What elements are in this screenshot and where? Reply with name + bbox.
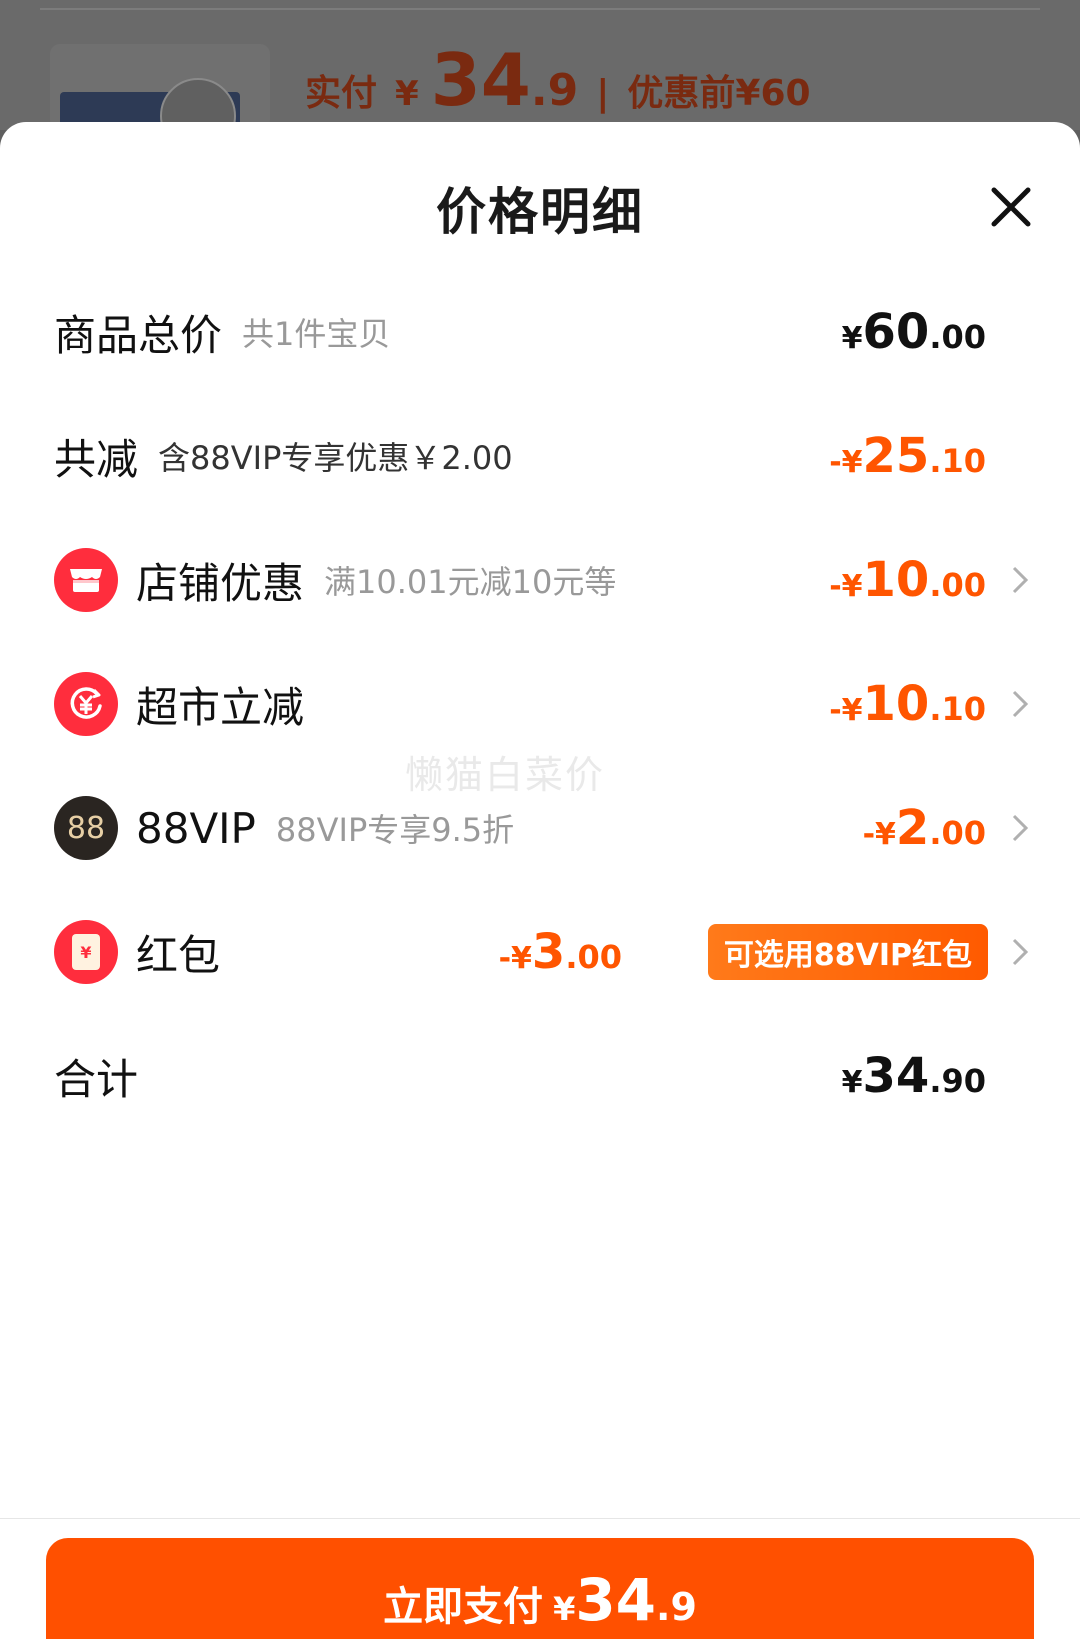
divider bbox=[40, 8, 1040, 10]
row-label: 合计 bbox=[54, 1054, 139, 1104]
currency: -¥ bbox=[829, 569, 863, 604]
paid-dec: .9 bbox=[530, 65, 579, 116]
red-packet-glyph: ¥ bbox=[72, 934, 100, 970]
close-button[interactable] bbox=[988, 184, 1034, 230]
pay-label: 立即支付 bbox=[383, 1584, 544, 1630]
amount-dec: .00 bbox=[565, 938, 622, 976]
pay-now-button[interactable]: 立即支付 ¥ 34 .9 bbox=[46, 1538, 1034, 1639]
chevron-right-icon bbox=[1008, 686, 1032, 722]
amount-dec: .00 bbox=[929, 566, 986, 604]
pay-int: 34 bbox=[575, 1566, 657, 1634]
store-discount-amount: -¥ 10 .00 bbox=[829, 552, 986, 608]
close-icon bbox=[991, 187, 1031, 227]
vip-discount-amount: -¥ 2 .00 bbox=[863, 800, 986, 856]
amount-dec: .90 bbox=[929, 1062, 986, 1100]
row-total-price: 商品总价 共1件宝贝 ¥ 60 .00 bbox=[0, 292, 1080, 372]
amount-int: 60 bbox=[862, 304, 930, 360]
chevron-right-icon bbox=[1008, 562, 1032, 598]
paid-int: 34 bbox=[430, 38, 531, 122]
price-detail-sheet: 价格明细 商品总价 共1件宝贝 ¥ 60 .00 共减 含88VIP专享优惠￥2… bbox=[0, 122, 1080, 1639]
currency: -¥ bbox=[862, 817, 896, 852]
row-note: 88VIP专享9.5折 bbox=[275, 811, 515, 849]
footer-divider bbox=[0, 1518, 1080, 1519]
amount-dec: .00 bbox=[929, 814, 986, 852]
currency: -¥ bbox=[829, 693, 863, 728]
paid-currency: ¥ bbox=[395, 74, 419, 114]
total-amount: ¥ 60 .00 bbox=[842, 304, 986, 360]
paid-label: 实付 bbox=[305, 73, 378, 114]
row-vip-discount[interactable]: 88 88VIP 88VIP专享9.5折 -¥ 2 .00 bbox=[0, 788, 1080, 868]
currency: ¥ bbox=[841, 321, 863, 356]
amount-dec: .10 bbox=[929, 442, 986, 480]
row-label: 店铺优惠 bbox=[136, 558, 305, 608]
sheet-title: 价格明细 bbox=[436, 183, 644, 241]
vip-88-icon: 88 bbox=[54, 796, 118, 860]
red-packet-icon: ¥ bbox=[54, 920, 118, 984]
row-label: 共减 bbox=[54, 434, 139, 484]
amount-int: 3 bbox=[531, 924, 566, 980]
discount-amount: -¥ 25 .10 bbox=[829, 428, 986, 484]
yuan-refund-icon bbox=[54, 672, 118, 736]
background-price: 实付 ¥ 34 .9 | 优惠前¥60 bbox=[305, 38, 811, 122]
row-total-discount: 共减 含88VIP专享优惠￥2.00 -¥ 25 .10 bbox=[0, 416, 1080, 496]
amount-int: 34 bbox=[862, 1048, 930, 1104]
currency: -¥ bbox=[498, 941, 532, 976]
store-icon bbox=[54, 548, 118, 612]
price-separator: | bbox=[596, 73, 610, 114]
row-sum: 合计 ¥ 34 .90 bbox=[0, 1036, 1080, 1116]
row-label: 红包 bbox=[136, 930, 221, 980]
pay-dec: .9 bbox=[656, 1585, 697, 1629]
currency: ¥ bbox=[841, 1065, 863, 1100]
background-page: 实付 ¥ 34 .9 | 优惠前¥60 bbox=[0, 0, 1080, 130]
amount-int: 2 bbox=[895, 800, 930, 856]
amount-int: 10 bbox=[862, 676, 930, 732]
chevron-right-icon bbox=[1008, 810, 1032, 846]
currency: -¥ bbox=[829, 445, 863, 480]
sum-amount: ¥ 34 .90 bbox=[842, 1048, 986, 1104]
row-label: 88VIP bbox=[136, 803, 256, 853]
row-note: 含88VIP专享优惠￥2.00 bbox=[158, 439, 513, 477]
vip-red-packet-badge[interactable]: 可选用88VIP红包 bbox=[707, 924, 988, 980]
row-note: 满10.01元减10元等 bbox=[324, 563, 617, 601]
row-red-packet[interactable]: ¥ 红包 -¥ 3 .00 可选用88VIP红包 bbox=[0, 912, 1080, 992]
product-thumbnail bbox=[50, 44, 270, 130]
row-label: 商品总价 bbox=[54, 310, 223, 360]
market-discount-amount: -¥ 10 .10 bbox=[829, 676, 986, 732]
row-store-discount[interactable]: 店铺优惠 满10.01元减10元等 -¥ 10 .00 bbox=[0, 540, 1080, 620]
amount-int: 25 bbox=[862, 428, 930, 484]
pay-currency: ¥ bbox=[553, 1590, 576, 1628]
amount-dec: .10 bbox=[929, 690, 986, 728]
amount-dec: .00 bbox=[929, 318, 986, 356]
row-label: 超市立减 bbox=[136, 682, 305, 732]
row-note: 共1件宝贝 bbox=[242, 315, 391, 353]
red-packet-amount: -¥ 3 .00 bbox=[499, 924, 622, 980]
row-market-discount[interactable]: 超市立减 -¥ 10 .10 bbox=[0, 664, 1080, 744]
original-price: 优惠前¥60 bbox=[627, 73, 811, 114]
chevron-right-icon bbox=[1008, 934, 1032, 970]
amount-int: 10 bbox=[862, 552, 930, 608]
